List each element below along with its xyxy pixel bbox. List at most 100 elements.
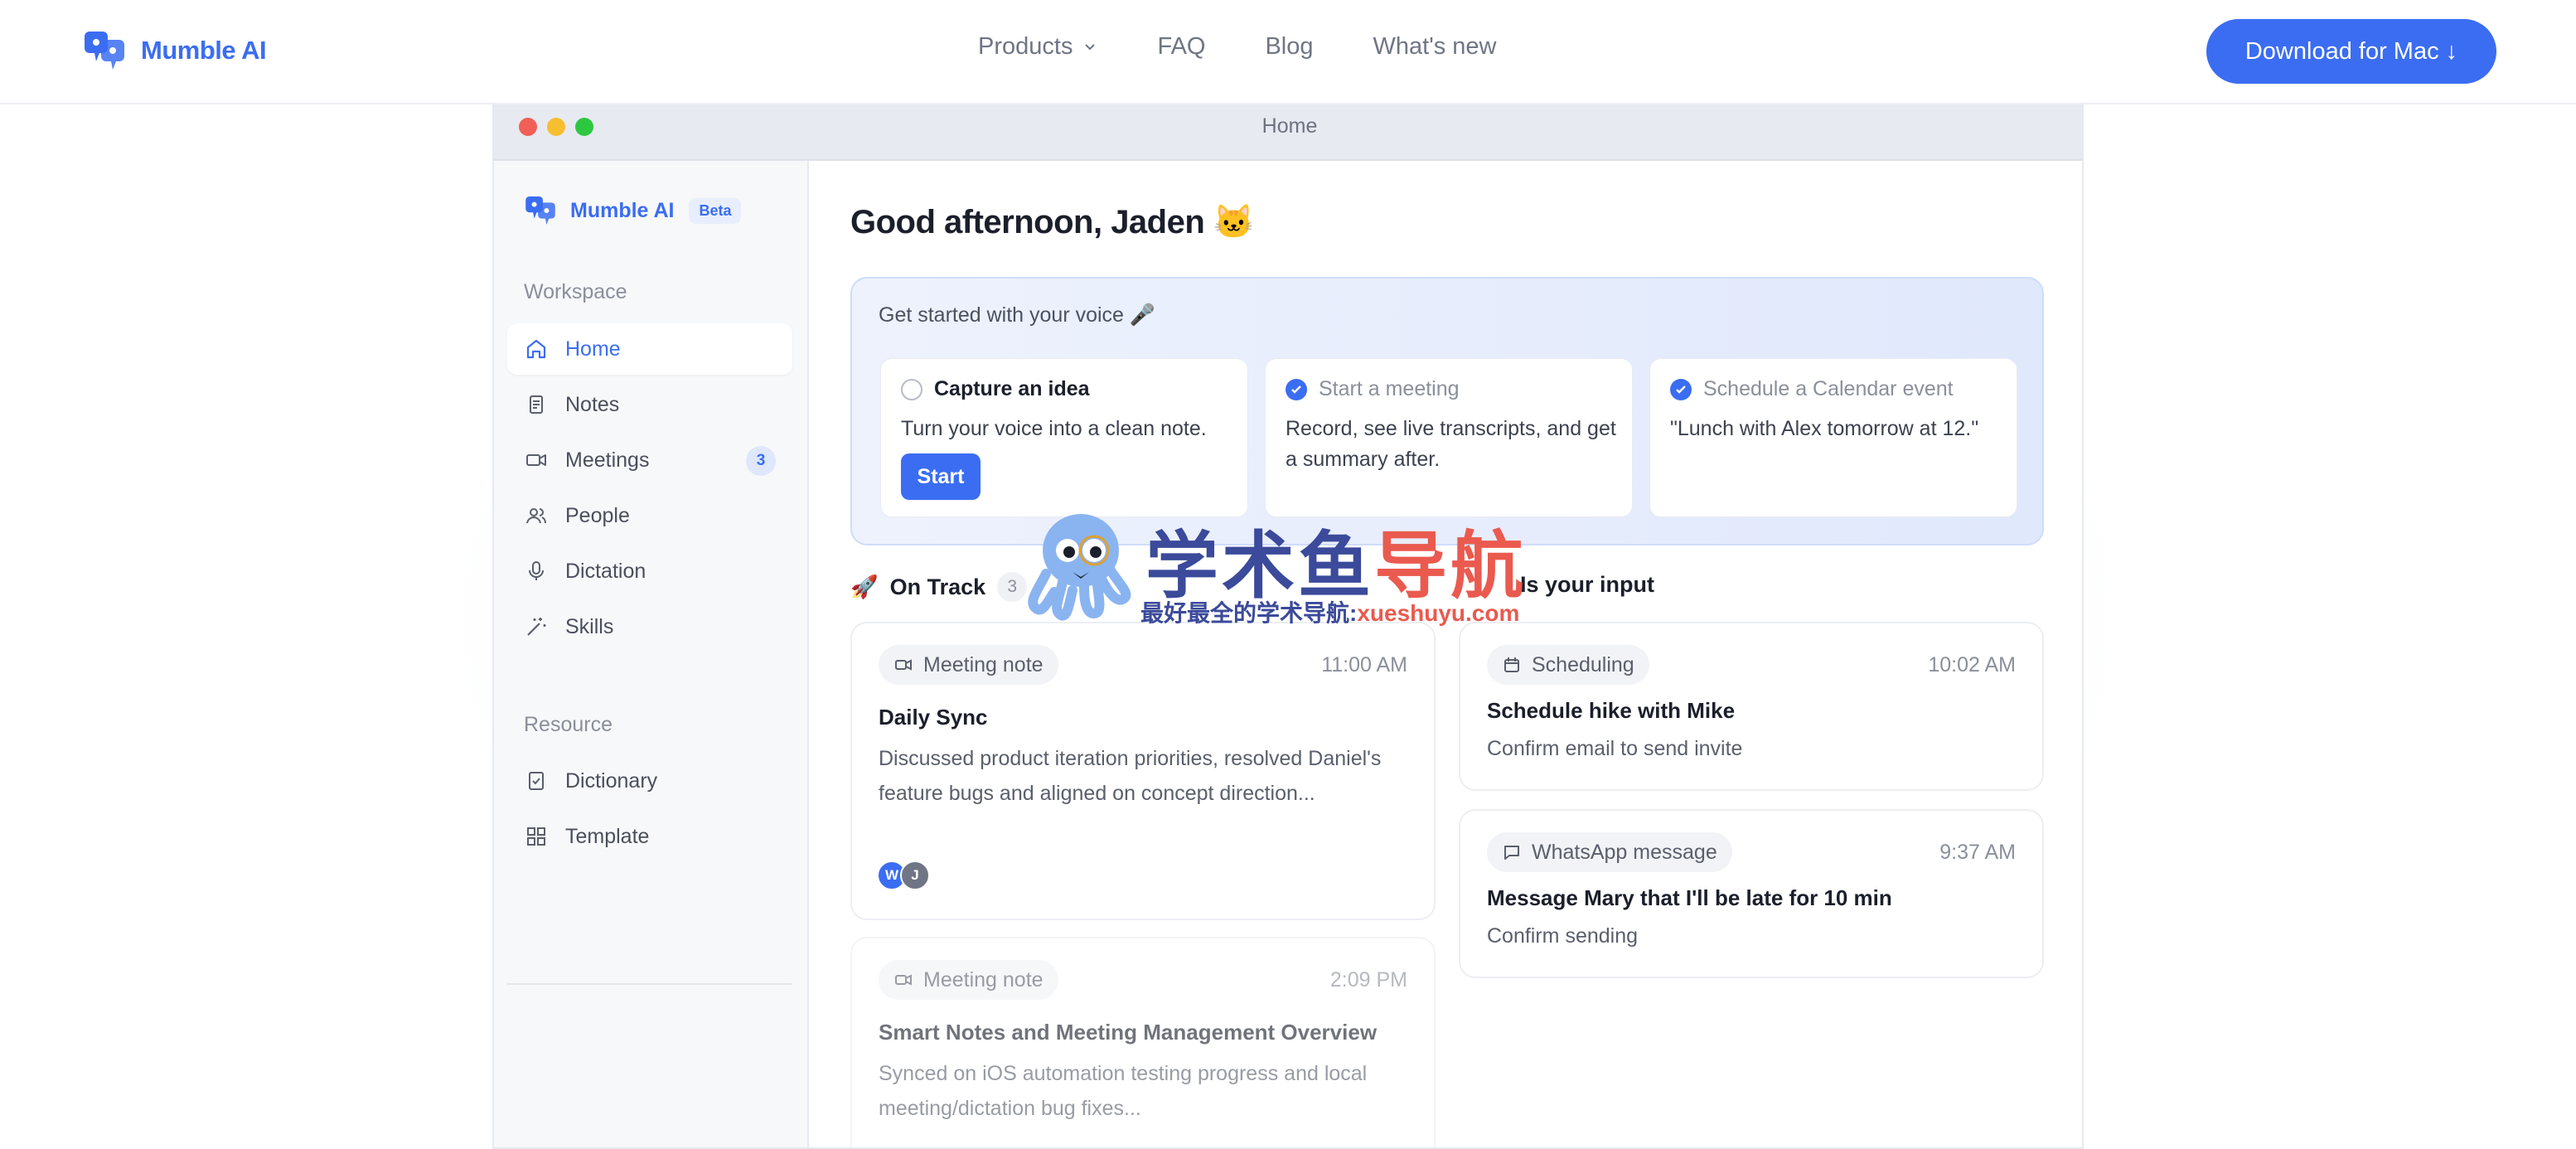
- nav-products-label: Products: [978, 33, 1073, 60]
- nav-products[interactable]: Products: [978, 33, 1097, 61]
- card-title-row: Schedule a Calendar event: [1670, 377, 1954, 401]
- watermark-sub-a: 最好最全的学术导航:: [1140, 600, 1358, 626]
- sidebar-item-label: People: [565, 503, 630, 527]
- top-navigation: Mumble AI Products FAQ Blog What's new D…: [0, 0, 2576, 104]
- task-description: Confirm sending: [1487, 924, 1639, 948]
- mumble-logo-icon: [85, 32, 124, 70]
- onboarding-card-start-meeting[interactable]: Start a meeting Record, see live transcr…: [1265, 358, 1633, 517]
- sidebar-brand-name: Mumble AI: [570, 198, 675, 222]
- magic-wand-icon: [527, 618, 546, 636]
- sidebar-item-label: Notes: [565, 392, 620, 416]
- site-logo[interactable]: Mumble AI: [85, 28, 267, 73]
- onboarding-card-capture-idea[interactable]: Capture an idea Turn your voice into a c…: [880, 358, 1248, 517]
- chevron-down-icon: [1085, 43, 1096, 50]
- card-description: "Lunch with Alex tomorrow at 12.": [1670, 417, 1979, 440]
- get-started-panel: Get started with your voice 🎤 Capture an…: [850, 277, 2044, 545]
- home-icon: [526, 339, 546, 359]
- card-title: Start a meeting: [1319, 377, 1460, 400]
- sidebar-item-meetings[interactable]: Meetings 3: [507, 434, 792, 486]
- unchecked-circle-icon[interactable]: [901, 378, 922, 400]
- tag-label: Meeting note: [923, 967, 1043, 991]
- sidebar-item-dictation[interactable]: Dictation: [507, 545, 792, 597]
- on-track-label: On Track: [889, 574, 986, 599]
- nav-whats-new[interactable]: What's new: [1373, 33, 1497, 61]
- task-card-daily-sync[interactable]: Meeting note 11:00 AM Daily Sync Discuss…: [850, 622, 1436, 920]
- task-description: Synced on iOS automation testing progres…: [879, 1062, 1368, 1120]
- nav-faq[interactable]: FAQ: [1157, 33, 1205, 61]
- card-description: Turn your voice into a clean note.: [901, 417, 1207, 440]
- task-title: Daily Sync: [879, 705, 988, 730]
- sidebar-item-label: Template: [565, 824, 650, 848]
- download-for-mac-button[interactable]: Download for Mac ↓: [2206, 19, 2496, 84]
- video-icon: [526, 454, 546, 466]
- scheduling-tag: Scheduling: [1487, 645, 1649, 685]
- task-time: 10:02 AM: [1928, 653, 2016, 676]
- tag-label: Meeting note: [923, 652, 1043, 676]
- note-icon: [530, 395, 543, 414]
- rocket-icon: 🚀: [850, 574, 879, 599]
- sidebar-brand[interactable]: Mumble AI Beta: [525, 194, 742, 227]
- sidebar-item-label: Skills: [565, 614, 614, 638]
- sidebar-divider: [507, 983, 792, 985]
- task-description: Confirm email to send invite: [1487, 737, 1743, 760]
- main-menu: Products FAQ Blog What's new: [978, 33, 1497, 61]
- task-time: 2:09 PM: [1329, 968, 1407, 991]
- task-title: Smart Notes and Meeting Management Overv…: [879, 1020, 1378, 1045]
- chat-bubble-icon: [1504, 846, 1519, 860]
- watermark-sub-b: xueshuyu.com: [1357, 600, 1520, 626]
- tag-label: Scheduling: [1532, 652, 1634, 676]
- calendar-icon: [1504, 657, 1519, 672]
- sidebar-item-home[interactable]: Home: [507, 323, 792, 375]
- workspace-section-label: Workspace: [524, 280, 627, 303]
- microphone-icon: [529, 561, 544, 580]
- task-title: Message Mary that I'll be late for 10 mi…: [1487, 885, 1892, 910]
- sidebar-item-label: Meetings: [565, 448, 650, 472]
- meeting-note-tag: Meeting note: [879, 645, 1058, 685]
- whatsapp-message-tag: WhatsApp message: [1487, 832, 1732, 872]
- card-title: Capture an idea: [934, 377, 1090, 400]
- card-description: Record, see live transcripts, and get a …: [1286, 417, 1616, 471]
- people-icon: [526, 508, 546, 524]
- greeting-heading: Good afternoon, Jaden 🐱: [850, 204, 1255, 240]
- on-track-header: 🚀 On Track 3: [850, 572, 1028, 602]
- check-circle-icon: [1286, 378, 1307, 400]
- beta-badge: Beta: [689, 197, 742, 224]
- video-icon: [895, 974, 912, 986]
- task-card-schedule-hike[interactable]: Scheduling 10:02 AM Schedule hike with M…: [1459, 622, 2044, 791]
- on-track-count: 3: [997, 572, 1028, 602]
- meetings-count-badge: 3: [746, 446, 776, 476]
- sidebar-item-dictionary[interactable]: Dictionary: [507, 755, 792, 807]
- start-button[interactable]: Start: [901, 453, 981, 500]
- main-content: Good afternoon, Jaden 🐱 Get started with…: [811, 161, 2082, 1147]
- task-time: 9:37 AM: [1939, 841, 2016, 864]
- sidebar-item-label: Home: [565, 337, 621, 361]
- sidebar-item-notes[interactable]: Notes: [507, 379, 792, 430]
- octopus-mascot-icon: [1028, 514, 1131, 621]
- onboarding-card-calendar-event[interactable]: Schedule a Calendar event "Lunch with Al…: [1649, 358, 2017, 517]
- sidebar-item-people[interactable]: People: [507, 490, 792, 541]
- dictionary-icon: [529, 772, 544, 790]
- resource-section-label: Resource: [524, 713, 613, 736]
- card-title: Schedule a Calendar event: [1703, 377, 1954, 400]
- grid-icon: [527, 827, 545, 846]
- check-circle-icon: [1670, 378, 1692, 400]
- avatar[interactable]: J: [900, 861, 930, 890]
- video-icon: [895, 659, 912, 671]
- brand-name: Mumble AI: [141, 36, 267, 65]
- tag-label: WhatsApp message: [1532, 840, 1717, 864]
- sidebar: Mumble AI Beta Workspace Home Notes Meet…: [494, 161, 809, 1147]
- task-card-message-mary[interactable]: WhatsApp message 9:37 AM Message Mary th…: [1459, 809, 2044, 978]
- task-title: Schedule hike with Mike: [1487, 698, 1736, 723]
- watermark-subtitle: 最好最全的学术导航:xueshuyu.com: [1140, 595, 1519, 628]
- meeting-note-tag: Meeting note: [879, 960, 1058, 1000]
- nav-blog[interactable]: Blog: [1265, 33, 1313, 61]
- get-started-heading: Get started with your voice 🎤: [879, 303, 1156, 327]
- task-card-smart-notes[interactable]: Meeting note 2:09 PM Smart Notes and Mee…: [850, 937, 1436, 1147]
- mumble-logo-icon: [525, 196, 555, 225]
- card-title-row: Start a meeting: [1286, 377, 1460, 401]
- sidebar-item-label: Dictation: [565, 559, 646, 583]
- sidebar-item-skills[interactable]: Skills: [507, 601, 792, 652]
- task-description: Discussed product iteration priorities, …: [879, 747, 1382, 805]
- sidebar-item-template[interactable]: Template: [507, 811, 792, 862]
- watermark-overlay: 学术鱼导航 最好最全的学术导航:xueshuyu.com: [1026, 507, 1548, 628]
